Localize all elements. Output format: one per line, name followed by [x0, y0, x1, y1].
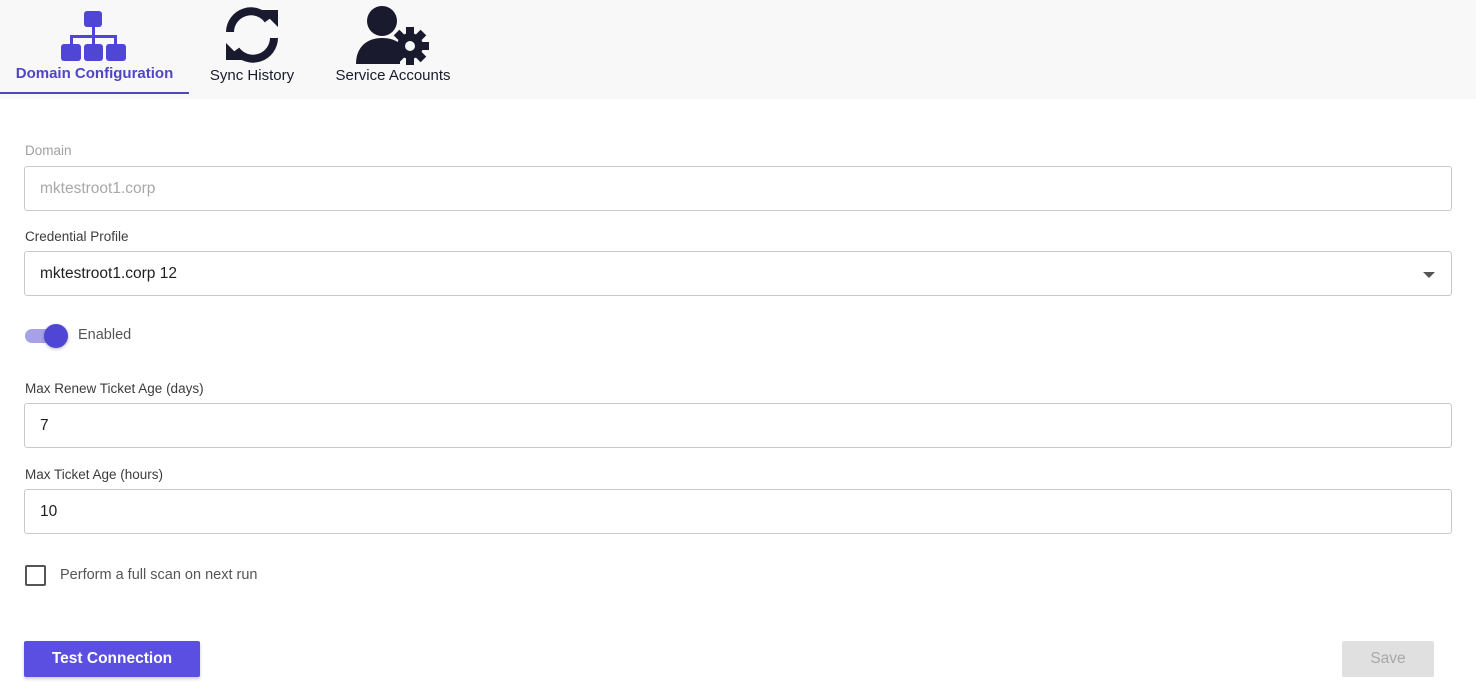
max-ticket-age-label: Max Ticket Age (hours) — [25, 467, 164, 482]
test-connection-button[interactable]: Test Connection — [24, 641, 200, 677]
credential-profile-select[interactable]: mktestroot1.corp 12 — [24, 251, 1452, 296]
tab-domain-configuration[interactable]: Domain Configuration — [0, 0, 189, 94]
tab-service-accounts[interactable]: Service Accounts — [326, 0, 460, 94]
max-renew-ticket-age-label: Max Renew Ticket Age (days) — [25, 381, 204, 396]
tab-bar: Domain Configuration Sync History Servic… — [0, 0, 1476, 99]
tab-label: Domain Configuration — [15, 65, 174, 82]
sitemap-icon — [59, 9, 129, 70]
max-renew-ticket-age-field[interactable]: 7 — [24, 403, 1452, 448]
full-scan-label: Perform a full scan on next run — [60, 567, 258, 583]
credential-profile-value: mktestroot1.corp 12 — [40, 264, 177, 282]
max-ticket-age-value: 10 — [40, 502, 58, 520]
domain-field: mktestroot1.corp — [24, 166, 1452, 211]
enabled-label: Enabled — [78, 327, 132, 343]
save-button[interactable]: Save — [1342, 641, 1434, 677]
tab-sync-history[interactable]: Sync History — [200, 0, 304, 94]
tab-label: Service Accounts — [335, 67, 451, 84]
domain-value: mktestroot1.corp — [40, 179, 156, 197]
domain-label: Domain — [25, 143, 72, 158]
tab-label: Sync History — [209, 67, 295, 84]
full-scan-checkbox[interactable] — [25, 565, 46, 586]
chevron-down-icon — [1423, 272, 1435, 278]
sync-icon — [222, 6, 282, 69]
user-gear-icon — [354, 4, 432, 71]
max-ticket-age-field[interactable]: 10 — [24, 489, 1452, 534]
max-renew-ticket-age-value: 7 — [40, 416, 49, 434]
credential-profile-label: Credential Profile — [25, 229, 129, 244]
toggle-thumb — [44, 324, 68, 348]
enabled-toggle[interactable] — [25, 324, 68, 348]
